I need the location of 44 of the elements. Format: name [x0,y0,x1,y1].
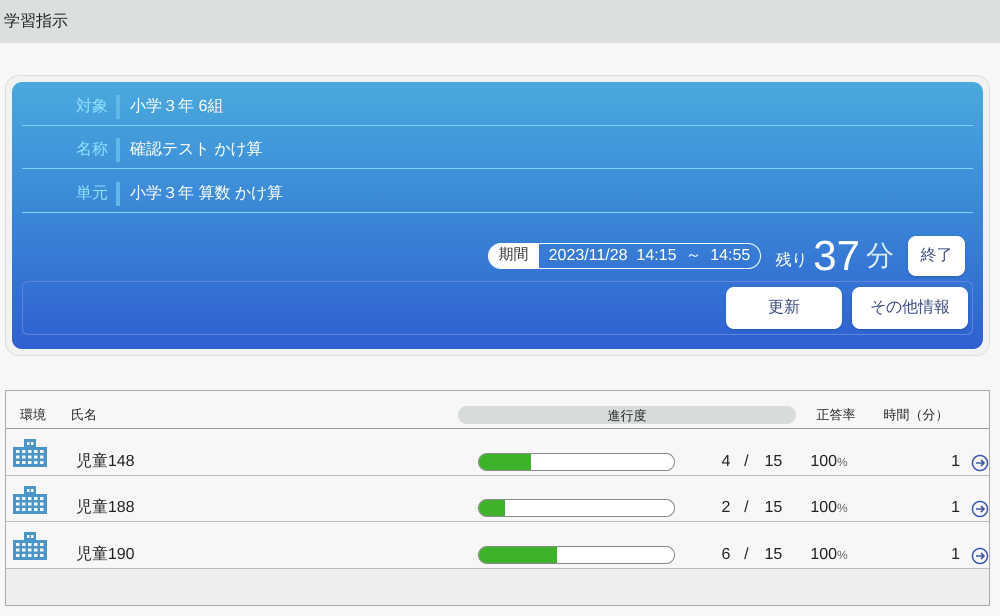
action-button[interactable]: 更新 [726,286,842,328]
separator: / [743,544,750,565]
column-header: 正答率 [816,406,856,424]
period-value: 2023/11/28 14:15 ～ 14:55 [548,246,752,266]
school-building-icon [13,532,47,560]
correct-rate: 100% [810,498,849,518]
total-count: 15 [764,498,782,518]
remaining-label: 残り [775,250,808,270]
field-value: 小学３年 算数 かけ算 [130,184,283,204]
arrow-circle-icon[interactable] [971,454,989,472]
page-title: 学習指示 [4,12,68,32]
column-header: 時間（分） [882,406,950,424]
field-value: 小学３年 6組 [130,96,224,116]
time-minutes: 1 [950,498,960,518]
correct-rate: 100% [810,452,849,472]
student-name: 児童188 [76,498,136,518]
period-label: 期間 [488,244,539,268]
arrow-circle-icon[interactable] [971,500,989,518]
done-count: 6 [720,544,730,565]
total-count: 15 [764,452,782,472]
column-header: 進行度 [458,406,796,424]
column-header: 氏名 [71,406,98,424]
time-minutes: 1 [950,452,960,472]
student-name: 児童148 [76,452,136,472]
field-label: 対象 [75,96,109,116]
arrow-circle-icon[interactable] [971,546,989,565]
total-count: 15 [764,544,782,565]
student-name: 児童190 [76,544,136,565]
separator: / [743,498,750,518]
action-button[interactable]: その他情報 [852,286,968,328]
end-button[interactable]: 終了 [908,236,965,276]
time-minutes: 1 [950,544,960,565]
correct-rate: 100% [810,544,849,565]
done-count: 2 [720,498,730,518]
done-count: 4 [720,452,730,472]
school-building-icon [13,439,47,467]
remaining-minutes: 37 [813,234,860,276]
field-label: 名称 [75,140,109,160]
field-label: 単元 [75,184,109,204]
separator: / [743,452,750,472]
school-building-icon [13,486,47,514]
remaining-unit: 分 [866,242,894,270]
column-header: 環境 [19,406,47,424]
field-value: 確認テスト かけ算 [130,140,262,160]
